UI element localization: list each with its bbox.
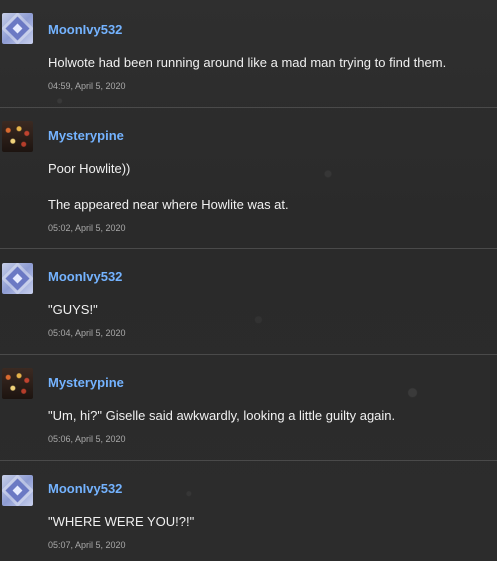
timestamp: 05:07, April 5, 2020	[48, 540, 126, 550]
user-avatar[interactable]	[2, 368, 33, 399]
comment-text: Poor Howlite))	[48, 161, 131, 176]
username-link[interactable]: MoonIvy532	[48, 481, 122, 496]
user-avatar[interactable]	[2, 121, 33, 152]
comment-text: Holwote had been running around like a m…	[48, 55, 447, 70]
user-avatar[interactable]	[2, 263, 33, 294]
comment-text: "GUYS!"	[48, 302, 98, 317]
user-avatar[interactable]	[2, 475, 33, 506]
timestamp: 05:02, April 5, 2020	[48, 223, 126, 233]
comment-post: MoonIvy532 "WHERE WERE YOU!?!" 05:07, Ap…	[0, 461, 497, 561]
comment-text: The appeared near where Howlite was at.	[48, 197, 289, 212]
timestamp: 05:04, April 5, 2020	[48, 328, 126, 338]
comment-post: MoonIvy532 Holwote had been running arou…	[0, 0, 497, 108]
comment-feed: MoonIvy532 Holwote had been running arou…	[0, 0, 497, 561]
username-link[interactable]: MoonIvy532	[48, 22, 122, 37]
username-link[interactable]: MoonIvy532	[48, 269, 122, 284]
timestamp: 04:59, April 5, 2020	[48, 81, 126, 91]
comment-post: Mysterypine "Um, hi?" Giselle said awkwa…	[0, 355, 497, 461]
comment-text: "WHERE WERE YOU!?!"	[48, 514, 195, 529]
username-link[interactable]: Mysterypine	[48, 128, 124, 143]
comment-post: Mysterypine Poor Howlite)) The appeared …	[0, 108, 497, 249]
username-link[interactable]: Mysterypine	[48, 375, 124, 390]
timestamp: 05:06, April 5, 2020	[48, 434, 126, 444]
user-avatar[interactable]	[2, 13, 33, 44]
comment-post: MoonIvy532 "GUYS!" 05:04, April 5, 2020	[0, 249, 497, 355]
comment-text: "Um, hi?" Giselle said awkwardly, lookin…	[48, 408, 396, 423]
